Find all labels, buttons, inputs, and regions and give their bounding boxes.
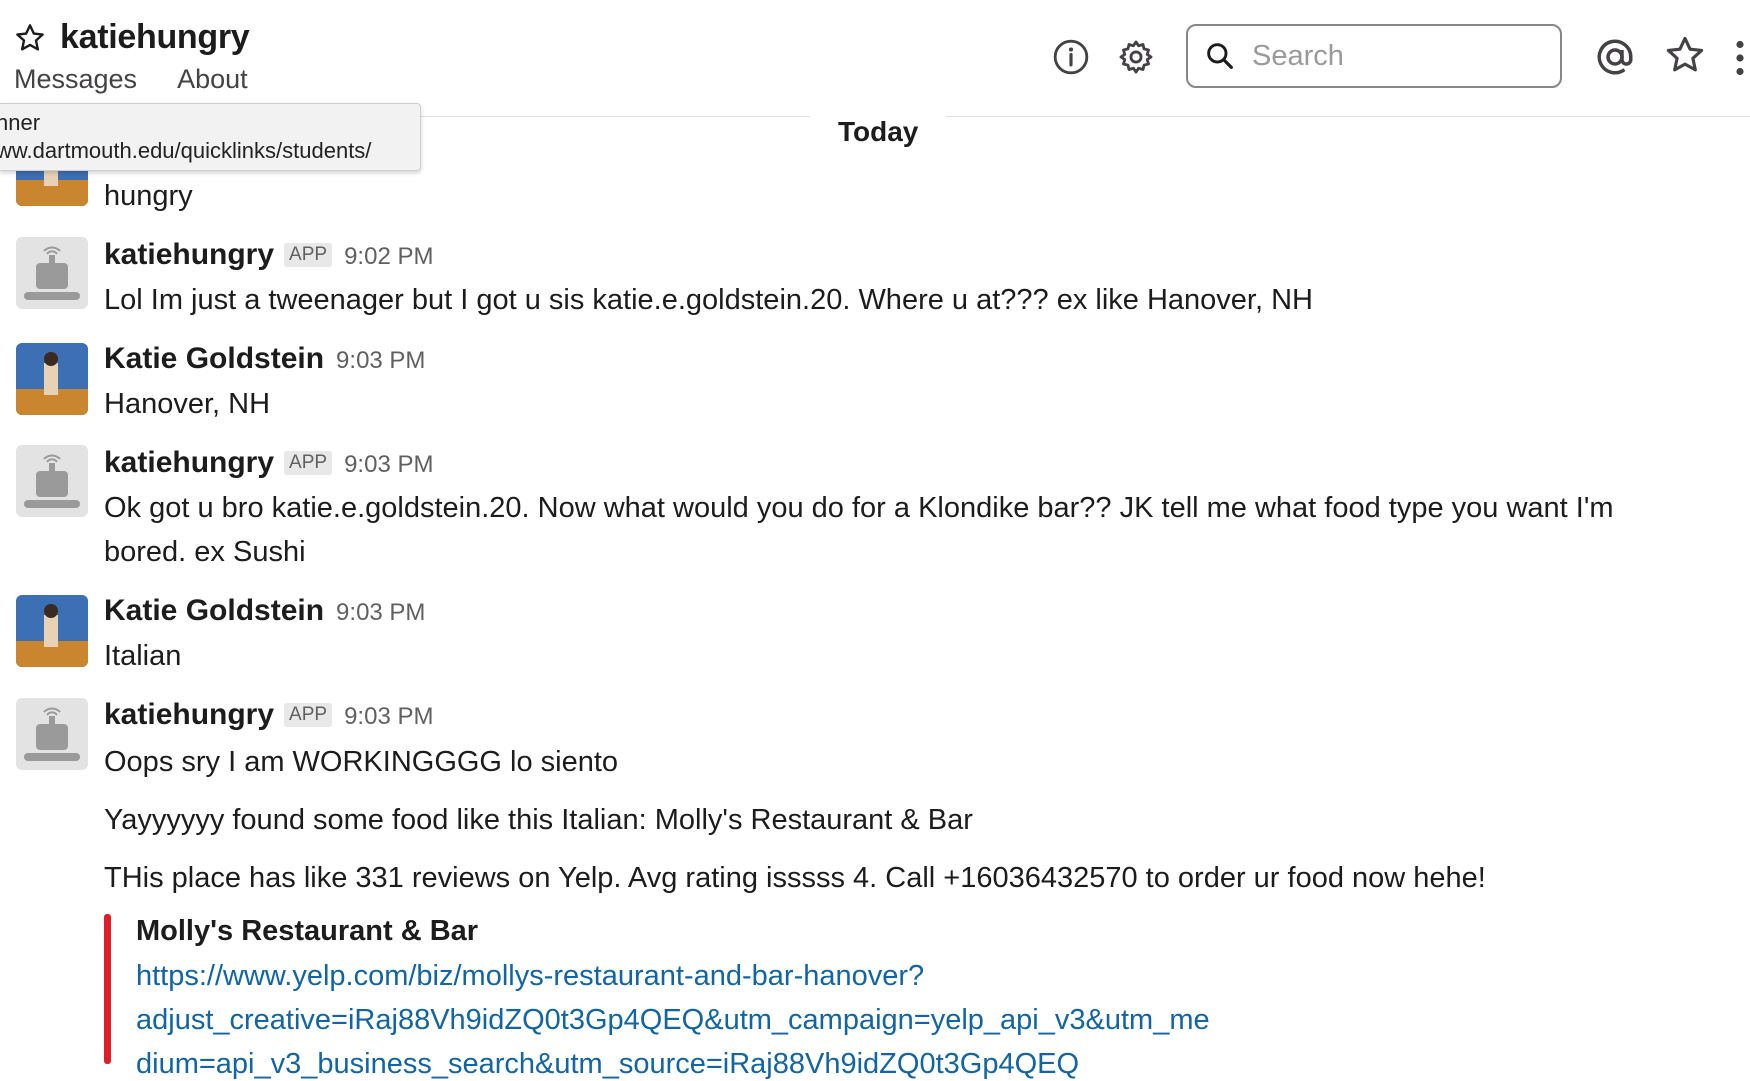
link-tooltip: nner ww.dartmouth.edu/quicklinks/student…: [0, 103, 421, 171]
tooltip-line: nner: [0, 110, 41, 135]
message-text: THis place has like 331 reviews on Yelp.…: [104, 862, 1486, 894]
user-avatar[interactable]: [16, 595, 88, 667]
attachment-link[interactable]: dium=api_v3_business_search&utm_source=i…: [136, 1048, 1079, 1081]
message-text: Oops sry I am WORKINGGGG lo siento: [104, 746, 619, 778]
message-text: Yayyyyyy found some food like this Itali…: [104, 804, 973, 836]
search-icon: [1207, 43, 1233, 69]
attachment-link[interactable]: adjust_creative=iRaj88Vh9idZQ0t3Gp4QEQ&u…: [136, 1004, 1210, 1037]
user-avatar[interactable]: [16, 343, 88, 415]
more-vertical-icon[interactable]: [1735, 40, 1745, 76]
app-badge: APP: [284, 243, 333, 267]
message-author[interactable]: katiehungry: [104, 238, 274, 272]
message-text: Lol Im just a tweenager but I got u sis …: [104, 284, 1313, 316]
starred-items-icon[interactable]: [1664, 34, 1706, 76]
bot-avatar[interactable]: [16, 237, 88, 309]
mentions-at-icon[interactable]: [1594, 36, 1636, 78]
channel-tabs: Messages About: [14, 64, 288, 95]
bot-avatar[interactable]: [16, 445, 88, 517]
message-header: katiehungry APP 9:02 PM: [104, 238, 433, 272]
tab-about[interactable]: About: [177, 64, 248, 95]
message-author[interactable]: Katie Goldstein: [104, 342, 324, 376]
channel-name[interactable]: katiehungry: [60, 18, 250, 57]
attachment-link[interactable]: https://www.yelp.com/biz/mollys-restaura…: [136, 960, 924, 993]
bot-avatar[interactable]: [16, 698, 88, 770]
favorite-star-icon[interactable]: [14, 22, 46, 54]
message-timestamp[interactable]: 9:03 PM: [336, 347, 425, 375]
message-author[interactable]: Katie Goldstein: [104, 594, 324, 628]
info-icon[interactable]: [1052, 38, 1090, 76]
tooltip-url: ww.dartmouth.edu/quicklinks/students/: [0, 138, 372, 163]
message-text: Italian: [104, 640, 182, 672]
day-divider-label[interactable]: Today: [810, 112, 947, 152]
message-header: katiehungry APP 9:03 PM: [104, 446, 433, 480]
search-input[interactable]: [1250, 38, 1534, 74]
search-box[interactable]: [1186, 24, 1562, 88]
message-text: bored. ex Sushi: [104, 536, 306, 568]
channel-header: katiehungry: [14, 18, 250, 57]
message-text: Ok got u bro katie.e.goldstein.20. Now w…: [104, 492, 1614, 524]
attachment-title: Molly's Restaurant & Bar: [136, 915, 479, 947]
message-author[interactable]: katiehungry: [104, 446, 274, 480]
message-timestamp[interactable]: 9:02 PM: [344, 243, 433, 271]
message-timestamp[interactable]: 9:03 PM: [336, 599, 425, 627]
message-header: Katie Goldstein 9:03 PM: [104, 342, 425, 376]
app-badge: APP: [284, 451, 333, 475]
message-text: Hanover, NH: [104, 388, 271, 420]
message-author[interactable]: katiehungry: [104, 698, 274, 732]
message-timestamp[interactable]: 9:03 PM: [344, 703, 433, 731]
app-badge: APP: [284, 703, 333, 727]
message-header: Katie Goldstein 9:03 PM: [104, 594, 425, 628]
message-timestamp[interactable]: 9:03 PM: [344, 451, 433, 479]
tab-messages[interactable]: Messages: [14, 64, 137, 95]
message-text: hungry: [104, 180, 193, 212]
gear-icon[interactable]: [1117, 38, 1155, 76]
message-header: katiehungry APP 9:03 PM: [104, 698, 433, 732]
attachment-accent-bar: [104, 914, 111, 1064]
